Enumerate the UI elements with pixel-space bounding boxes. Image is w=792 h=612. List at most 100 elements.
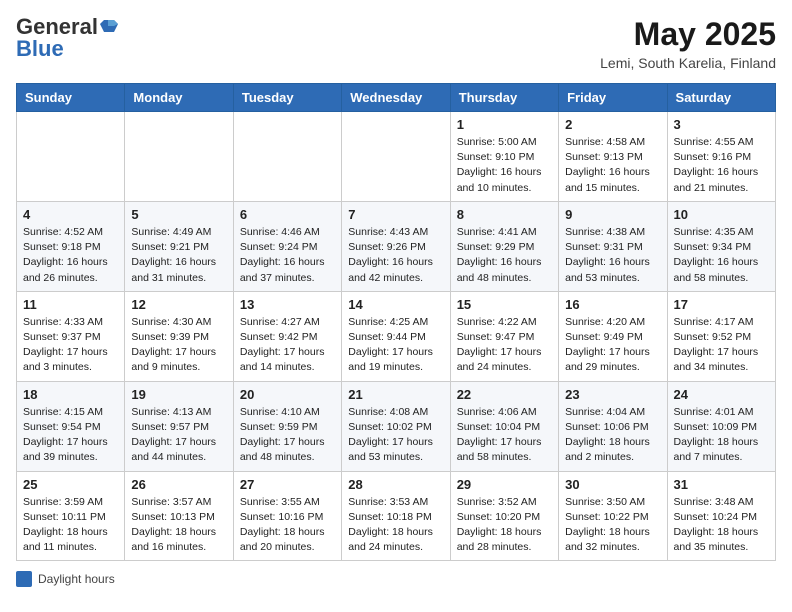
day-number: 9 (565, 207, 660, 222)
day-info: Sunrise: 4:27 AM Sunset: 9:42 PM Dayligh… (240, 315, 335, 376)
day-number: 24 (674, 387, 769, 402)
day-info: Sunrise: 4:30 AM Sunset: 9:39 PM Dayligh… (131, 315, 226, 376)
day-info: Sunrise: 4:55 AM Sunset: 9:16 PM Dayligh… (674, 135, 769, 196)
day-info: Sunrise: 3:50 AM Sunset: 10:22 PM Daylig… (565, 495, 660, 556)
day-number: 5 (131, 207, 226, 222)
calendar-cell: 16 Sunrise: 4:20 AM Sunset: 9:49 PM Dayli… (559, 291, 667, 381)
weekday-monday: Monday (125, 84, 233, 112)
day-info: Sunrise: 3:48 AM Sunset: 10:24 PM Daylig… (674, 495, 769, 556)
calendar-cell: 29 Sunrise: 3:52 AM Sunset: 10:20 PM Dayl… (450, 471, 558, 561)
week-row-1: 4 Sunrise: 4:52 AM Sunset: 9:18 PM Daylig… (17, 201, 776, 291)
calendar-cell: 7 Sunrise: 4:43 AM Sunset: 9:26 PM Daylig… (342, 201, 450, 291)
day-number: 28 (348, 477, 443, 492)
day-info: Sunrise: 4:08 AM Sunset: 10:02 PM Daylig… (348, 405, 443, 466)
calendar-cell (125, 112, 233, 202)
day-number: 15 (457, 297, 552, 312)
calendar-cell (233, 112, 341, 202)
day-number: 29 (457, 477, 552, 492)
day-info: Sunrise: 4:15 AM Sunset: 9:54 PM Dayligh… (23, 405, 118, 466)
calendar-cell: 21 Sunrise: 4:08 AM Sunset: 10:02 PM Dayl… (342, 381, 450, 471)
day-info: Sunrise: 4:43 AM Sunset: 9:26 PM Dayligh… (348, 225, 443, 286)
day-info: Sunrise: 4:06 AM Sunset: 10:04 PM Daylig… (457, 405, 552, 466)
day-number: 10 (674, 207, 769, 222)
day-number: 23 (565, 387, 660, 402)
day-number: 11 (23, 297, 118, 312)
weekday-tuesday: Tuesday (233, 84, 341, 112)
calendar-cell: 26 Sunrise: 3:57 AM Sunset: 10:13 PM Dayl… (125, 471, 233, 561)
day-info: Sunrise: 4:13 AM Sunset: 9:57 PM Dayligh… (131, 405, 226, 466)
day-info: Sunrise: 4:20 AM Sunset: 9:49 PM Dayligh… (565, 315, 660, 376)
day-info: Sunrise: 4:17 AM Sunset: 9:52 PM Dayligh… (674, 315, 769, 376)
calendar-cell: 14 Sunrise: 4:25 AM Sunset: 9:44 PM Dayli… (342, 291, 450, 381)
calendar-cell: 2 Sunrise: 4:58 AM Sunset: 9:13 PM Daylig… (559, 112, 667, 202)
day-info: Sunrise: 4:52 AM Sunset: 9:18 PM Dayligh… (23, 225, 118, 286)
weekday-wednesday: Wednesday (342, 84, 450, 112)
day-number: 7 (348, 207, 443, 222)
calendar-cell: 5Sunrise: 4:49 AM Sunset: 9:21 PM Daylig… (125, 201, 233, 291)
weekday-thursday: Thursday (450, 84, 558, 112)
day-number: 17 (674, 297, 769, 312)
title-area: May 2025 Lemi, South Karelia, Finland (600, 16, 776, 71)
calendar-cell: 28 Sunrise: 3:53 AM Sunset: 10:18 PM Dayl… (342, 471, 450, 561)
day-number: 2 (565, 117, 660, 132)
day-info: Sunrise: 4:41 AM Sunset: 9:29 PM Dayligh… (457, 225, 552, 286)
day-info: Sunrise: 4:33 AM Sunset: 9:37 PM Dayligh… (23, 315, 118, 376)
day-number: 4 (23, 207, 118, 222)
calendar-cell: 23 Sunrise: 4:04 AM Sunset: 10:06 PM Dayl… (559, 381, 667, 471)
day-number: 20 (240, 387, 335, 402)
day-info: Sunrise: 3:57 AM Sunset: 10:13 PM Daylig… (131, 495, 226, 556)
day-number: 13 (240, 297, 335, 312)
day-number: 30 (565, 477, 660, 492)
day-info: Sunrise: 3:52 AM Sunset: 10:20 PM Daylig… (457, 495, 552, 556)
calendar-cell: 8 Sunrise: 4:41 AM Sunset: 9:29 PM Daylig… (450, 201, 558, 291)
calendar-cell: 20 Sunrise: 4:10 AM Sunset: 9:59 PM Dayli… (233, 381, 341, 471)
footer: Daylight hours (16, 571, 776, 587)
day-info: Sunrise: 4:22 AM Sunset: 9:47 PM Dayligh… (457, 315, 552, 376)
day-info: Sunrise: 3:53 AM Sunset: 10:18 PM Daylig… (348, 495, 443, 556)
day-number: 12 (131, 297, 226, 312)
footer-legend: Daylight hours (16, 571, 115, 587)
day-number: 14 (348, 297, 443, 312)
week-row-4: 25Sunrise: 3:59 AM Sunset: 10:11 PM Dayl… (17, 471, 776, 561)
calendar-cell: 15 Sunrise: 4:22 AM Sunset: 9:47 PM Dayli… (450, 291, 558, 381)
calendar-table: SundayMondayTuesdayWednesdayThursdayFrid… (16, 83, 776, 561)
day-number: 8 (457, 207, 552, 222)
day-info: Sunrise: 3:59 AM Sunset: 10:11 PM Daylig… (23, 495, 118, 556)
day-info: Sunrise: 4:38 AM Sunset: 9:31 PM Dayligh… (565, 225, 660, 286)
calendar-cell: 19 Sunrise: 4:13 AM Sunset: 9:57 PM Dayli… (125, 381, 233, 471)
day-info: Sunrise: 4:35 AM Sunset: 9:34 PM Dayligh… (674, 225, 769, 286)
day-number: 26 (131, 477, 226, 492)
day-number: 1 (457, 117, 552, 132)
day-number: 16 (565, 297, 660, 312)
calendar-cell: 13 Sunrise: 4:27 AM Sunset: 9:42 PM Dayli… (233, 291, 341, 381)
calendar-cell: 22 Sunrise: 4:06 AM Sunset: 10:04 PM Dayl… (450, 381, 558, 471)
day-number: 27 (240, 477, 335, 492)
weekday-header-row: SundayMondayTuesdayWednesdayThursdayFrid… (17, 84, 776, 112)
calendar-cell (17, 112, 125, 202)
day-info: Sunrise: 4:58 AM Sunset: 9:13 PM Dayligh… (565, 135, 660, 196)
calendar-cell: 12 Sunrise: 4:30 AM Sunset: 9:39 PM Dayli… (125, 291, 233, 381)
legend-color-box (16, 571, 32, 587)
day-number: 21 (348, 387, 443, 402)
weekday-saturday: Saturday (667, 84, 775, 112)
calendar-cell: 3Sunrise: 4:55 AM Sunset: 9:16 PM Daylig… (667, 112, 775, 202)
calendar-cell: 25Sunrise: 3:59 AM Sunset: 10:11 PM Dayl… (17, 471, 125, 561)
day-number: 22 (457, 387, 552, 402)
calendar-cell: 4 Sunrise: 4:52 AM Sunset: 9:18 PM Daylig… (17, 201, 125, 291)
calendar-cell: 18 Sunrise: 4:15 AM Sunset: 9:54 PM Dayli… (17, 381, 125, 471)
calendar-cell: 27Sunrise: 3:55 AM Sunset: 10:16 PM Dayl… (233, 471, 341, 561)
weekday-friday: Friday (559, 84, 667, 112)
logo-general-text: General (16, 16, 98, 38)
calendar-cell (342, 112, 450, 202)
weekday-sunday: Sunday (17, 84, 125, 112)
day-info: Sunrise: 4:25 AM Sunset: 9:44 PM Dayligh… (348, 315, 443, 376)
day-number: 19 (131, 387, 226, 402)
calendar-cell: 11 Sunrise: 4:33 AM Sunset: 9:37 PM Dayli… (17, 291, 125, 381)
calendar-cell: 9 Sunrise: 4:38 AM Sunset: 9:31 PM Daylig… (559, 201, 667, 291)
day-number: 18 (23, 387, 118, 402)
day-info: Sunrise: 4:46 AM Sunset: 9:24 PM Dayligh… (240, 225, 335, 286)
day-info: Sunrise: 4:10 AM Sunset: 9:59 PM Dayligh… (240, 405, 335, 466)
day-info: Sunrise: 4:04 AM Sunset: 10:06 PM Daylig… (565, 405, 660, 466)
day-number: 31 (674, 477, 769, 492)
legend-label: Daylight hours (38, 572, 115, 586)
